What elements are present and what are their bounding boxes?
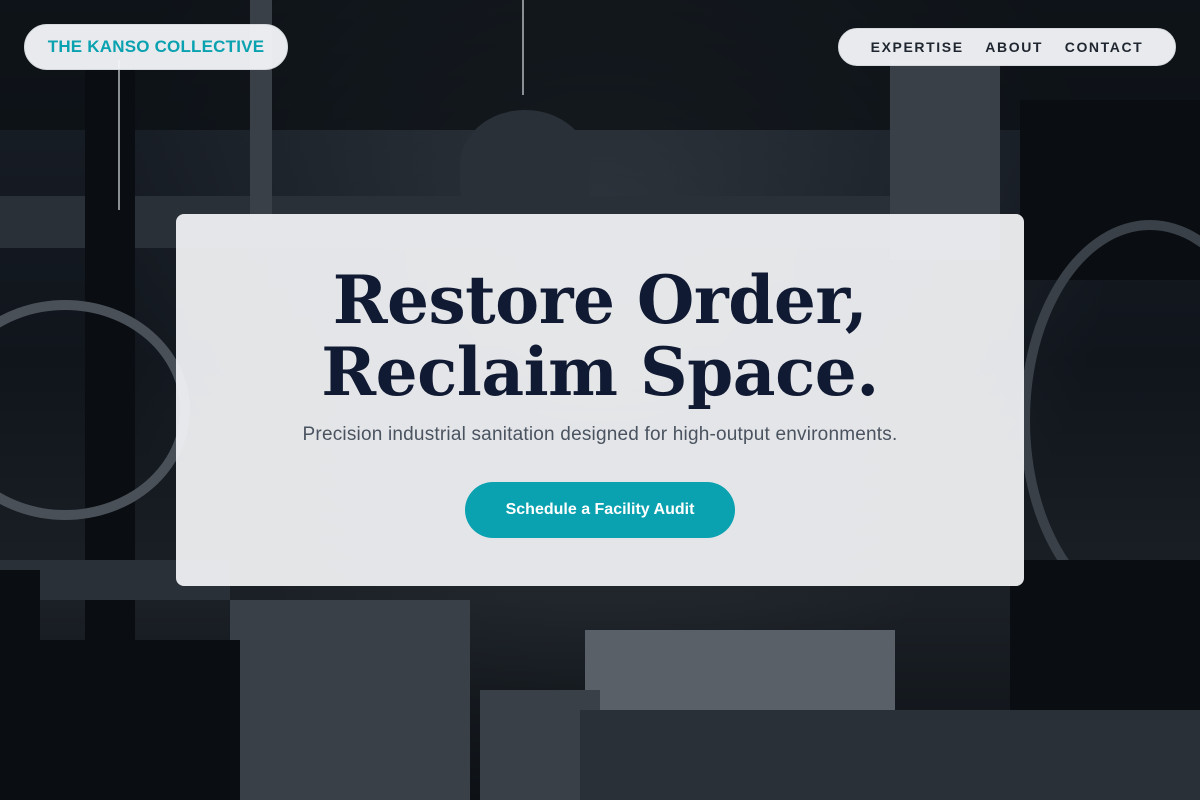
nav-item-about[interactable]: ABOUT [985,39,1043,55]
hero-subtitle: Precision industrial sanitation designed… [302,424,898,445]
main-nav: EXPERTISE ABOUT CONTACT [838,28,1176,66]
schedule-audit-button[interactable]: Schedule a Facility Audit [465,482,735,538]
brand-name: THE KANSO COLLECTIVE [47,37,265,56]
nav-item-expertise[interactable]: EXPERTISE [871,39,964,55]
hero-title-line-2: Reclaim Space. [321,333,879,411]
nav-item-contact[interactable]: CONTACT [1065,39,1144,55]
hero-title-line-1: Restore Order, [332,261,868,339]
hero-title: Restore Order, Reclaim Space. [176,264,1024,408]
brand-logo-link[interactable]: THE KANSO COLLECTIVE [24,24,288,70]
hero-card: Restore Order, Reclaim Space. Precision … [176,214,1024,586]
